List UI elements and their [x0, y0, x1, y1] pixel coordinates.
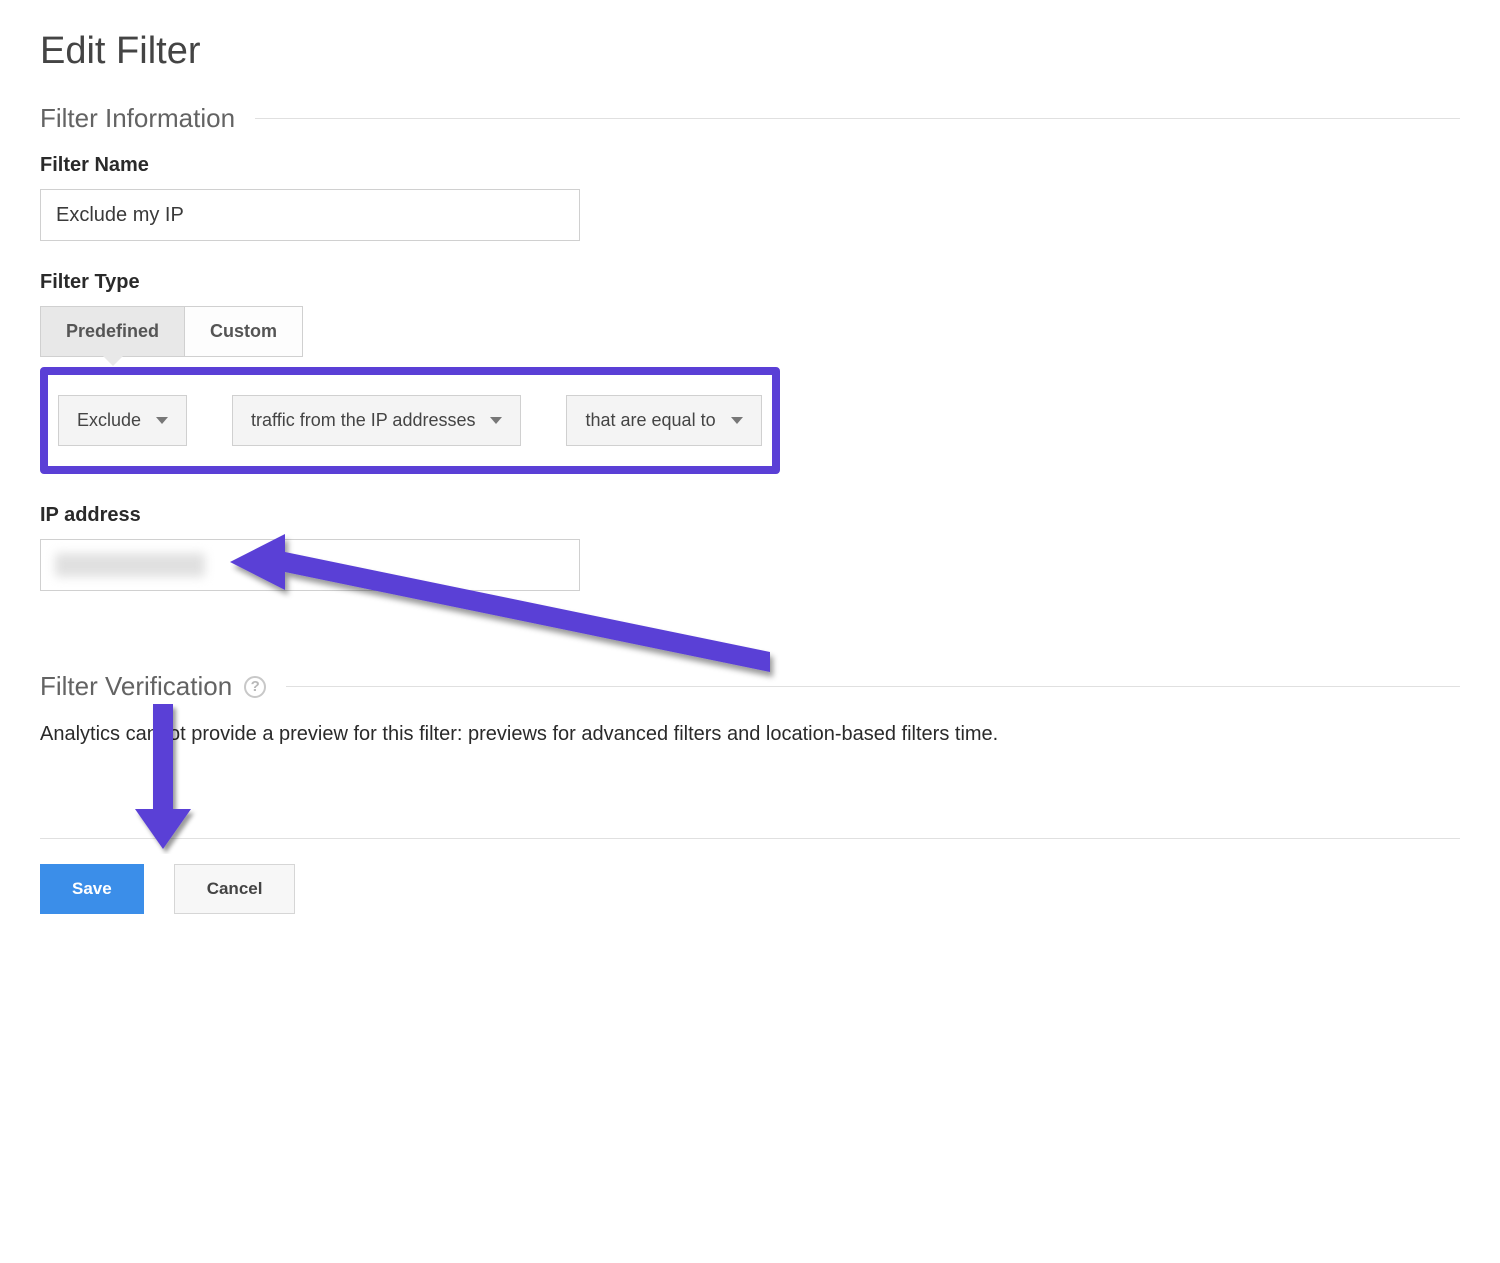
page-title: Edit Filter — [40, 30, 1460, 73]
redacted-content — [55, 553, 205, 577]
divider-line — [286, 686, 1460, 687]
verification-title: Filter Verification — [40, 671, 232, 702]
help-icon[interactable]: ? — [244, 676, 266, 698]
annotation-highlight-box: Exclude traffic from the IP addresses th… — [40, 367, 780, 474]
dropdown-action[interactable]: Exclude — [58, 395, 187, 446]
filter-type-tabs: Predefined Custom — [40, 306, 1460, 357]
filter-type-label: Filter Type — [40, 271, 1460, 294]
verification-header: Filter Verification ? — [40, 671, 1460, 702]
verification-message: Analytics cannot provide a preview for t… — [40, 720, 1460, 748]
filter-name-label: Filter Name — [40, 154, 1460, 177]
ip-address-label: IP address — [40, 504, 1460, 527]
caret-down-icon — [731, 417, 743, 424]
filter-information-header: Filter Information — [40, 103, 1460, 134]
cancel-button[interactable]: Cancel — [174, 864, 296, 914]
filter-verification-section: Filter Verification ? Analytics cannot p… — [40, 671, 1460, 748]
filter-name-group: Filter Name — [40, 154, 1460, 241]
tab-predefined[interactable]: Predefined — [40, 306, 184, 357]
dropdown-action-label: Exclude — [77, 410, 141, 431]
dropdown-condition[interactable]: that are equal to — [566, 395, 761, 446]
dropdown-source[interactable]: traffic from the IP addresses — [232, 395, 521, 446]
divider-line — [255, 118, 1460, 119]
caret-down-icon — [156, 417, 168, 424]
dropdown-source-label: traffic from the IP addresses — [251, 410, 475, 431]
dropdown-condition-label: that are equal to — [585, 410, 715, 431]
filter-name-input[interactable] — [40, 189, 580, 241]
filter-condition-row: Exclude traffic from the IP addresses th… — [58, 395, 762, 446]
section-title: Filter Information — [40, 103, 235, 134]
action-buttons-row: Save Cancel — [40, 838, 1460, 914]
filter-type-group: Filter Type Predefined Custom Exclude tr… — [40, 271, 1460, 474]
tab-custom[interactable]: Custom — [184, 306, 303, 357]
caret-down-icon — [490, 417, 502, 424]
ip-address-group: IP address — [40, 504, 1460, 591]
save-button[interactable]: Save — [40, 864, 144, 914]
